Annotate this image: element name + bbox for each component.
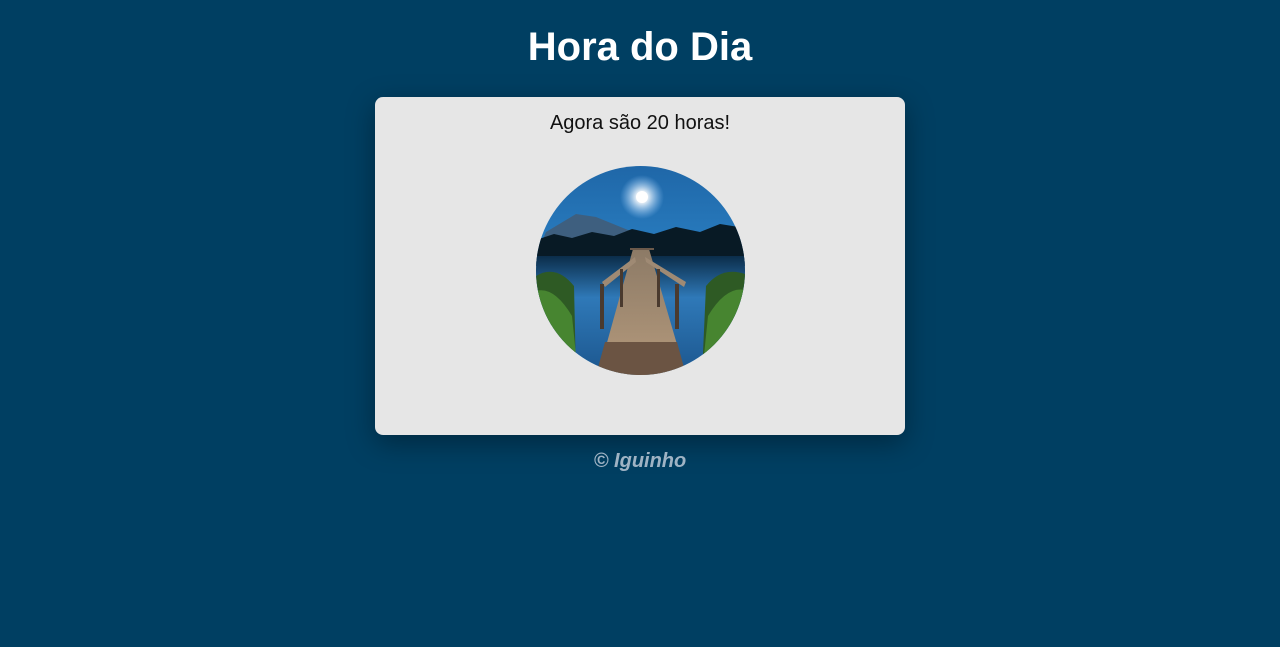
time-card: Agora são 20 horas! [375, 97, 905, 435]
copyright-text: © Iguinho [593, 450, 687, 472]
night-lake-image [536, 166, 745, 375]
page: Hora do Dia Agora são 20 horas! © Iguinh… [0, 0, 1280, 647]
page-title: Hora do Dia [527, 25, 753, 69]
time-message: Agora são 20 horas! [549, 112, 731, 134]
